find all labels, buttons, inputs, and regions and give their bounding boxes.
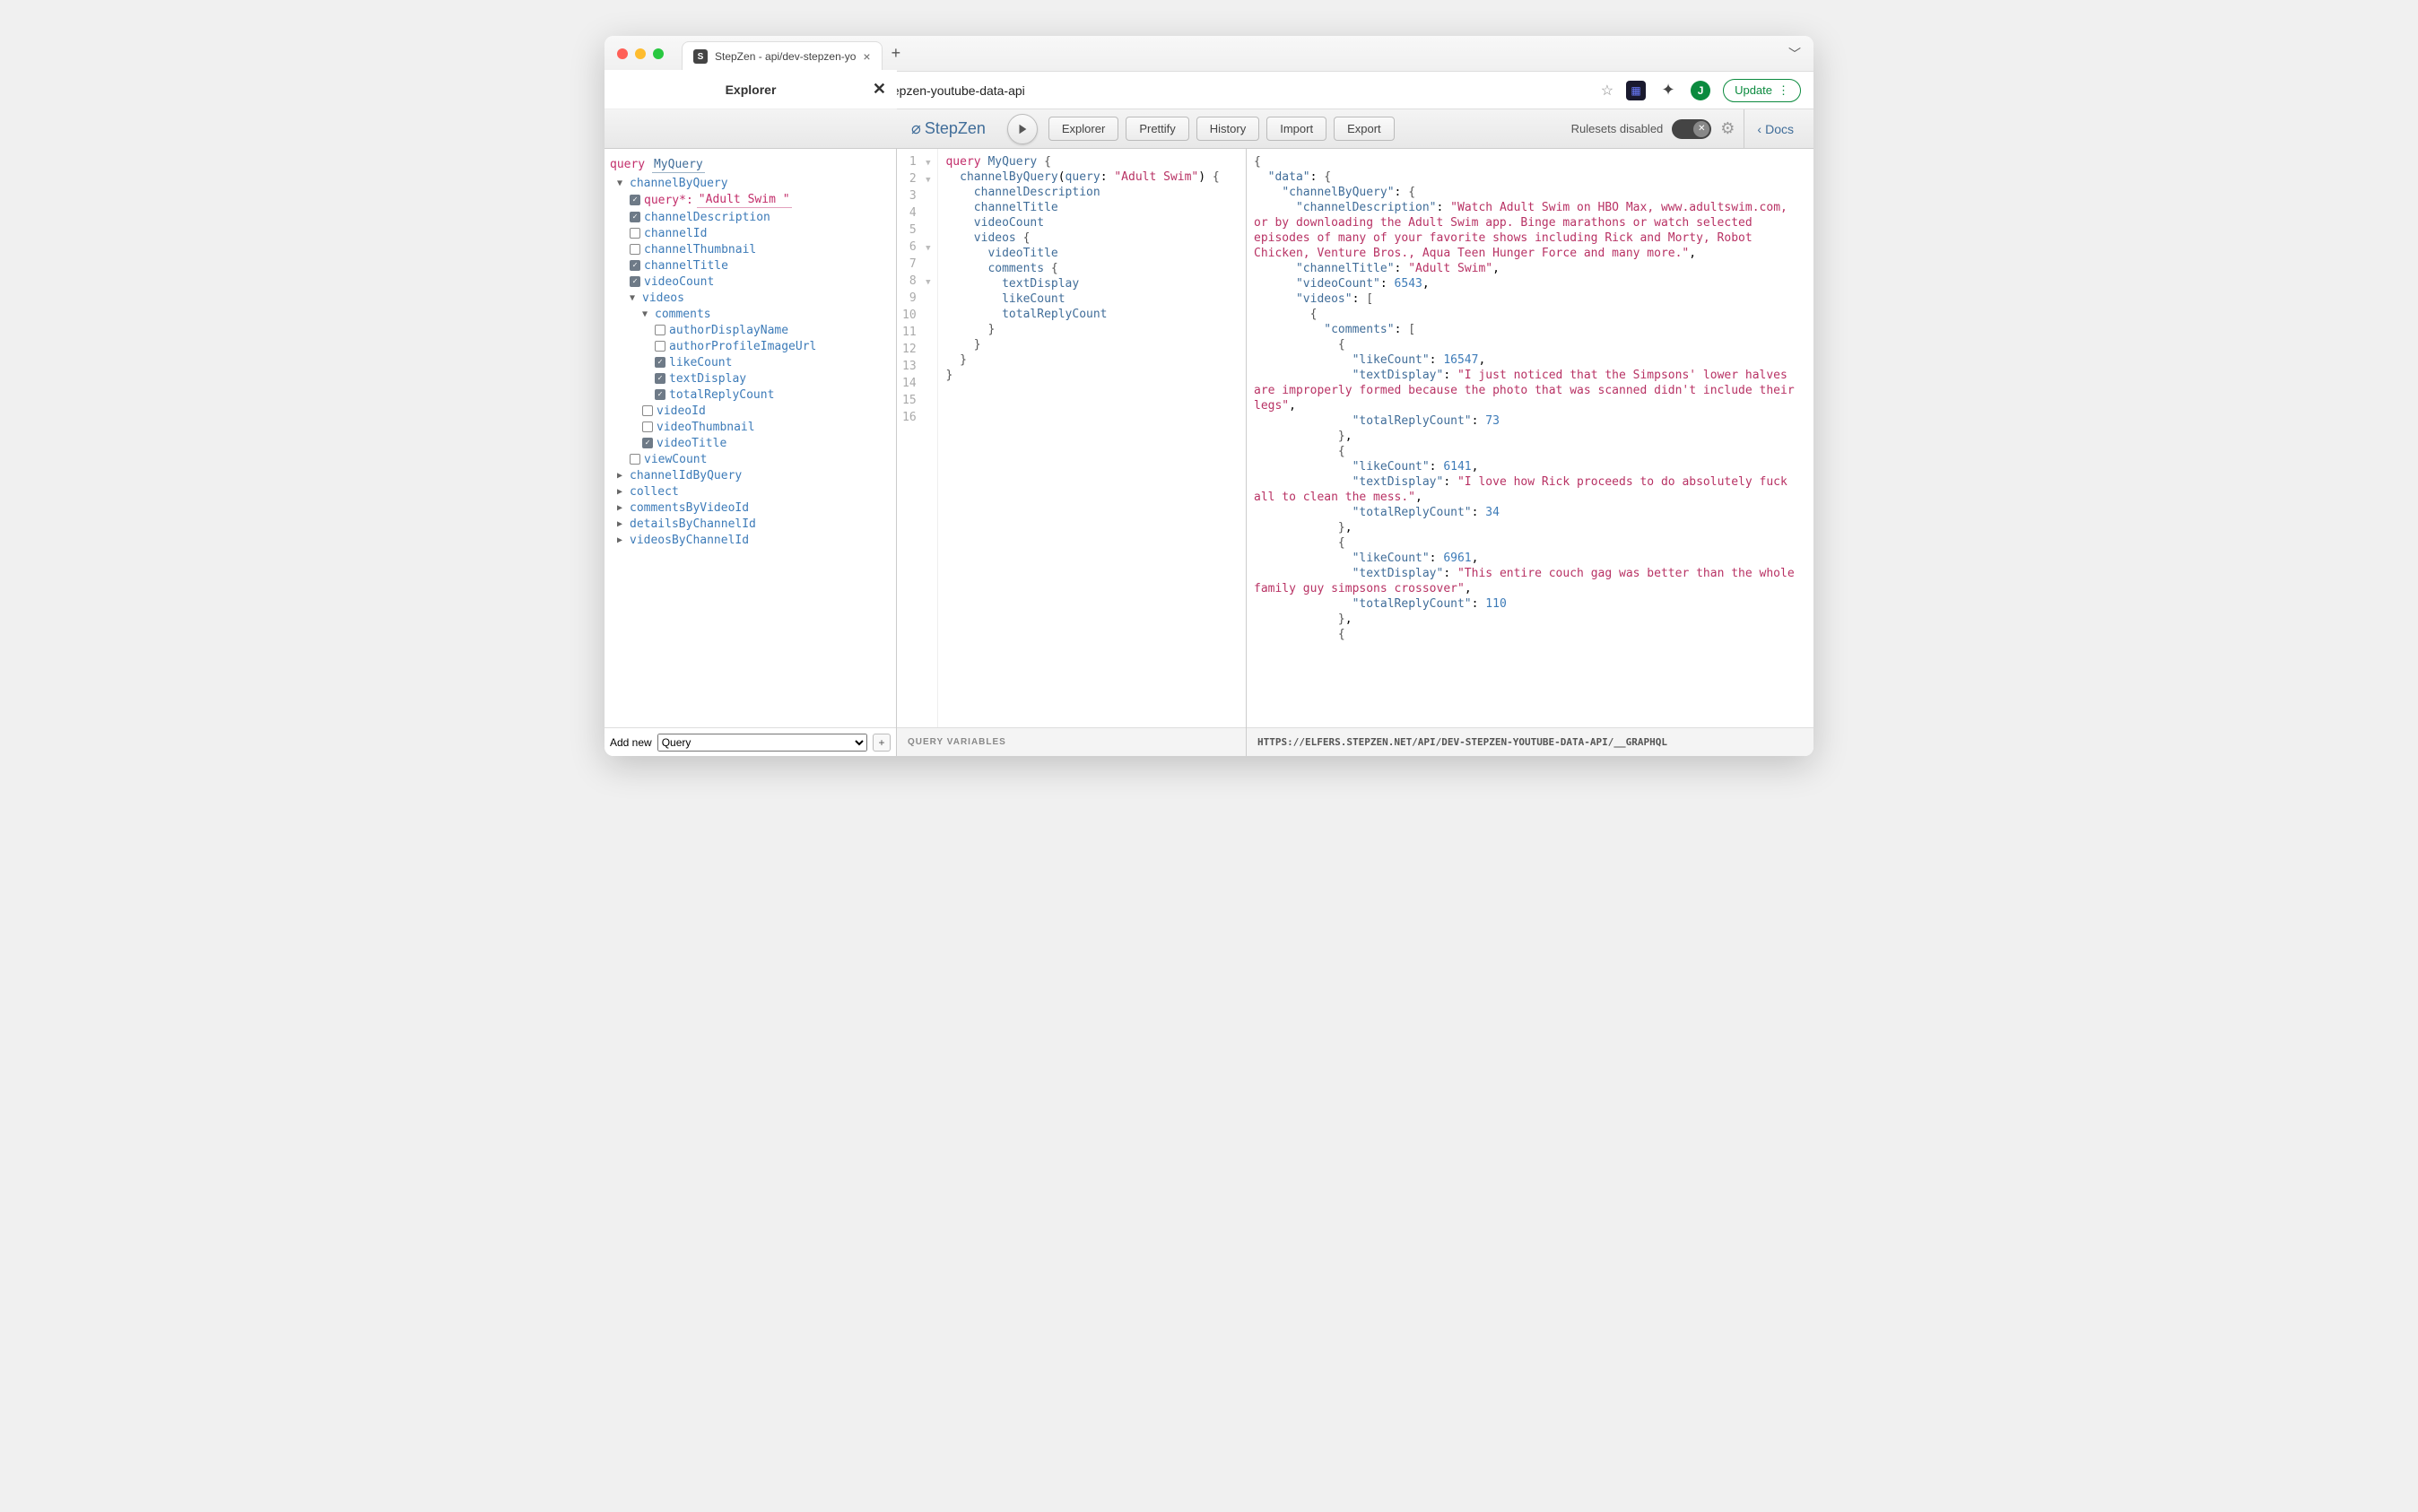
rulesets-toggle[interactable]: ✕	[1672, 119, 1711, 139]
checkbox-icon	[655, 373, 665, 384]
tree-videoCount[interactable]: videoCount	[610, 274, 891, 290]
explorer-button[interactable]: Explorer	[1048, 117, 1118, 141]
tree-channelTitle[interactable]: channelTitle	[610, 257, 891, 274]
tree-channelId[interactable]: channelId	[610, 225, 891, 241]
tree-videosByChannelId[interactable]: ▶videosByChannelId	[610, 532, 891, 548]
tree-totalReplyCount[interactable]: totalReplyCount	[610, 387, 891, 403]
tree-textDisplay[interactable]: textDisplay	[610, 370, 891, 387]
checkbox-icon	[630, 244, 640, 255]
tree-channelThumbnail[interactable]: channelThumbnail	[610, 241, 891, 257]
close-window-button[interactable]	[617, 48, 628, 59]
minimize-window-button[interactable]	[635, 48, 646, 59]
tab-title: StepZen - api/dev-stepzen-yo	[715, 50, 856, 63]
checkbox-icon	[655, 341, 665, 352]
checkbox-icon	[630, 195, 640, 205]
bookmark-icon[interactable]: ☆	[1601, 82, 1613, 100]
rulesets-label: Rulesets disabled	[1571, 122, 1664, 135]
tree-authorDisplayName[interactable]: authorDisplayName	[610, 322, 891, 338]
close-tab-icon[interactable]: ×	[863, 49, 870, 64]
checkbox-icon	[655, 357, 665, 368]
stepzen-logo-icon: ⌀	[911, 119, 921, 138]
checkbox-icon	[630, 260, 640, 271]
query-editor[interactable]: 1 ▼2 ▼3 4 5 6 ▼7 8 ▼9 10 11 12 13 14 15 …	[897, 149, 1246, 727]
code-content[interactable]: query MyQuery { channelByQuery(query: "A…	[938, 149, 1226, 727]
tree-videos[interactable]: ▼videos	[610, 290, 891, 306]
explorer-header: Explorer ✕	[604, 70, 897, 109]
browser-window: S StepZen - api/dev-stepzen-yo × + ﹀ ← →…	[604, 36, 1814, 756]
tree-detailsByChannelId[interactable]: ▶detailsByChannelId	[610, 516, 891, 532]
tree-commentsByVideoId[interactable]: ▶commentsByVideoId	[610, 500, 891, 516]
browser-tab[interactable]: S StepZen - api/dev-stepzen-yo ×	[682, 41, 883, 72]
checkbox-icon	[655, 325, 665, 335]
close-icon: ✕	[1693, 121, 1709, 137]
app-toolbar: Explorer ✕ ⌀ StepZen Explorer Prettify H…	[604, 109, 1814, 149]
explorer-tree[interactable]: query MyQuery ▼channelByQuery query*: "A…	[604, 149, 896, 727]
line-gutter: 1 ▼2 ▼3 4 5 6 ▼7 8 ▼9 10 11 12 13 14 15 …	[897, 149, 938, 727]
tree-channelDescription[interactable]: channelDescription	[610, 209, 891, 225]
stepzen-logo: ⌀ StepZen	[911, 119, 986, 138]
docs-button[interactable]: ‹ Docs	[1744, 109, 1806, 149]
titlebar: S StepZen - api/dev-stepzen-yo × + ﹀	[604, 36, 1814, 72]
chevron-left-icon: ‹	[1757, 122, 1761, 136]
content-area: query MyQuery ▼channelByQuery query*: "A…	[604, 149, 1814, 756]
maximize-window-button[interactable]	[653, 48, 664, 59]
checkbox-icon	[630, 212, 640, 222]
query-name-input[interactable]: MyQuery	[652, 158, 705, 173]
run-query-button[interactable]	[1007, 114, 1038, 144]
tree-videoTitle[interactable]: videoTitle	[610, 435, 891, 451]
extension-icon[interactable]: ▦	[1626, 81, 1646, 100]
settings-gear-icon[interactable]: ⚙	[1720, 119, 1735, 138]
import-button[interactable]: Import	[1266, 117, 1326, 141]
tree-viewCount[interactable]: viewCount	[610, 451, 891, 467]
add-new-label: Add new	[610, 736, 652, 749]
explorer-footer: Add new Query +	[604, 727, 896, 756]
tab-overflow-icon[interactable]: ﹀	[1788, 45, 1801, 63]
add-new-select[interactable]: Query	[657, 734, 867, 752]
explorer-sidebar: query MyQuery ▼channelByQuery query*: "A…	[604, 149, 897, 756]
tree-videoThumbnail[interactable]: videoThumbnail	[610, 419, 891, 435]
prettify-button[interactable]: Prettify	[1126, 117, 1188, 141]
tree-likeCount[interactable]: likeCount	[610, 354, 891, 370]
tree-collect[interactable]: ▶collect	[610, 483, 891, 500]
query-variables-header[interactable]: Query Variables	[897, 727, 1246, 756]
extensions-menu-icon[interactable]: ✦	[1658, 81, 1678, 100]
checkbox-icon	[630, 276, 640, 287]
traffic-lights	[617, 48, 664, 59]
new-tab-button[interactable]: +	[892, 44, 901, 63]
tree-channelByQuery[interactable]: ▼channelByQuery	[610, 175, 891, 191]
results-pane: { "data": { "channelByQuery": { "channel…	[1247, 149, 1814, 756]
export-button[interactable]: Export	[1334, 117, 1395, 141]
checkbox-icon	[642, 405, 653, 416]
tree-authorProfileImageUrl[interactable]: authorProfileImageUrl	[610, 338, 891, 354]
profile-avatar[interactable]: J	[1691, 81, 1710, 100]
checkbox-icon	[630, 454, 640, 465]
add-new-button[interactable]: +	[873, 734, 891, 752]
update-button[interactable]: Update⋮	[1723, 79, 1801, 102]
tree-query-arg[interactable]: query*: "Adult Swim "	[610, 191, 891, 209]
favicon-icon: S	[693, 49, 708, 64]
checkbox-icon	[630, 228, 640, 239]
checkbox-icon	[642, 421, 653, 432]
history-button[interactable]: History	[1196, 117, 1259, 141]
results-footer: https://elfers.stepzen.net/api/dev-stepz…	[1247, 727, 1814, 756]
checkbox-icon	[642, 438, 653, 448]
checkbox-icon	[655, 389, 665, 400]
tree-videoId[interactable]: videoId	[610, 403, 891, 419]
tree-comments[interactable]: ▼comments	[610, 306, 891, 322]
query-editor-pane: 1 ▼2 ▼3 4 5 6 ▼7 8 ▼9 10 11 12 13 14 15 …	[897, 149, 1247, 756]
query-arg-input[interactable]: "Adult Swim "	[697, 193, 792, 208]
tree-channelIdByQuery[interactable]: ▶channelIdByQuery	[610, 467, 891, 483]
close-explorer-icon[interactable]: ✕	[873, 80, 886, 99]
results-viewer[interactable]: { "data": { "channelByQuery": { "channel…	[1247, 149, 1814, 727]
